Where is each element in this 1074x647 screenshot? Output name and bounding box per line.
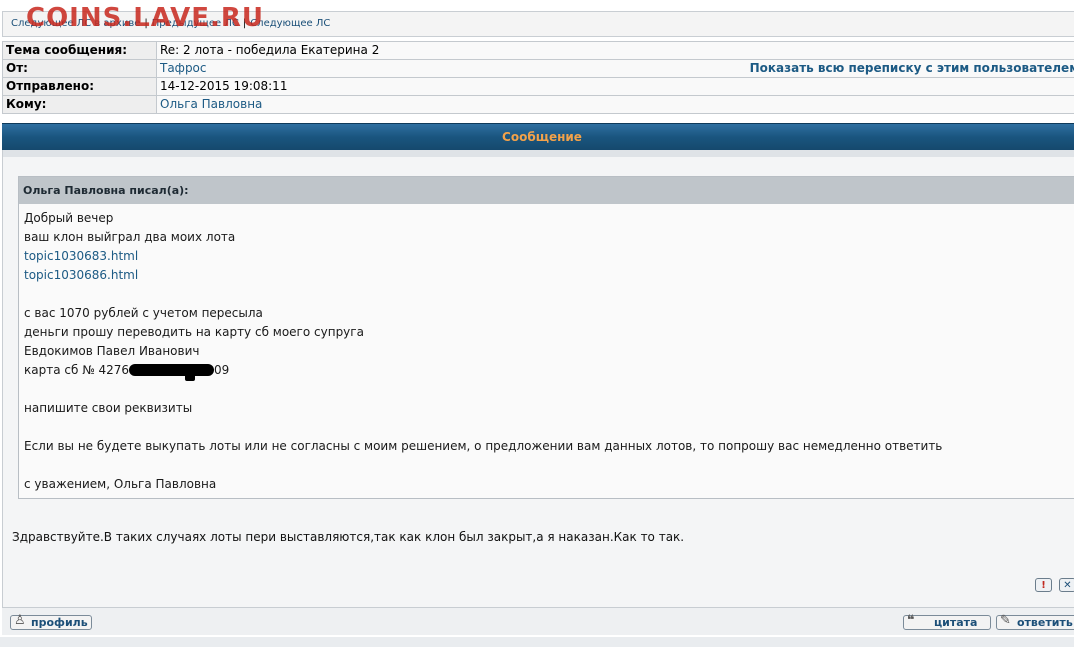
site-watermark: COINS.LAVE.RU <box>26 3 265 33</box>
to-row: Кому: Ольга Павловна <box>2 95 1074 114</box>
quote-icon: ❝ <box>907 613 915 628</box>
report-icon[interactable]: ! <box>1035 578 1052 592</box>
card-suffix: 09 <box>214 363 230 377</box>
bottom-edge <box>0 637 1074 647</box>
delete-icon[interactable]: ✕ <box>1059 578 1074 592</box>
to-cell: Ольга Павловна <box>156 95 1074 114</box>
message-body: Ольга Павловна писал(а): Добрый вечер ва… <box>2 150 1074 607</box>
user-icon: ♙ <box>14 613 26 628</box>
quote-line: Если вы не будете выкупать лоты или не с… <box>24 439 943 453</box>
card-prefix: карта сб № 4276 <box>24 363 130 377</box>
quote-label: цитата <box>934 616 978 629</box>
from-label: От: <box>2 59 157 78</box>
recipient-link[interactable]: Ольга Павловна <box>160 97 262 111</box>
quote-line: topic1030683.html <box>24 247 1074 266</box>
quote-block: Ольга Павловна писал(а): Добрый вечер ва… <box>18 176 1074 499</box>
quote-line: с уважением, Ольга Павловна <box>24 477 217 491</box>
profile-button[interactable]: ♙ профиль <box>10 613 92 630</box>
subject-label: Тема сообщения: <box>2 41 157 60</box>
card-number-line: карта сб № 4276 09 <box>24 361 1074 381</box>
profile-label: профиль <box>31 616 88 629</box>
pencil-icon: ✎ <box>1000 613 1011 628</box>
quote-line: Евдокимов Павел Иванович <box>24 344 200 358</box>
message-title-bar: Сообщение <box>2 123 1074 150</box>
sender-link[interactable]: Тафрос <box>160 61 207 75</box>
to-label: Кому: <box>2 95 157 114</box>
quote-button[interactable]: ❝ цитата <box>903 613 991 630</box>
quote-line: ваш клон выйграл два моих лота <box>24 230 236 244</box>
sent-row: Отправлено: 14-12-2015 19:08:11 <box>2 77 1074 96</box>
quote-line: topic1030686.html <box>24 266 1074 285</box>
quote-line: напишите свои реквизиты <box>24 401 193 415</box>
redaction-mark <box>129 364 215 381</box>
subject-value: Re: 2 лота - победила Екатерина 2 <box>156 41 1074 60</box>
sent-label: Отправлено: <box>2 77 157 96</box>
from-row: От: Тафрос Показать всю переписку с этим… <box>2 59 1074 78</box>
quote-line: деньги прошу переводить на карту сб моег… <box>24 325 364 339</box>
message-footer: ♙ профиль ❝ цитата ✎ ответить <box>2 607 1074 635</box>
reply-button[interactable]: ✎ ответить <box>996 613 1074 630</box>
quote-line: с вас 1070 рублей с учетом пересыла <box>24 306 263 320</box>
from-cell: Тафрос Показать всю переписку с этим пол… <box>156 59 1074 78</box>
topic-link-2[interactable]: topic1030686.html <box>24 268 138 282</box>
topic-link-1[interactable]: topic1030683.html <box>24 249 138 263</box>
reply-label: ответить <box>1017 616 1073 629</box>
quote-text: Добрый вечер ваш клон выйграл два моих л… <box>19 204 1074 494</box>
sent-value: 14-12-2015 19:08:11 <box>156 77 1074 96</box>
show-all-correspondence-link[interactable]: Показать всю переписку с этим пользовате… <box>750 60 1074 77</box>
message-header-table: Тема сообщения: Re: 2 лота - победила Ек… <box>2 41 1074 114</box>
reply-text: Здравствуйте.В таких случаях лоты пери в… <box>12 530 685 544</box>
divider <box>3 150 1074 157</box>
quote-line: Добрый вечер <box>24 211 114 225</box>
quote-author: Ольга Павловна писал(а): <box>19 177 1074 204</box>
subject-row: Тема сообщения: Re: 2 лота - победила Ек… <box>2 41 1074 60</box>
